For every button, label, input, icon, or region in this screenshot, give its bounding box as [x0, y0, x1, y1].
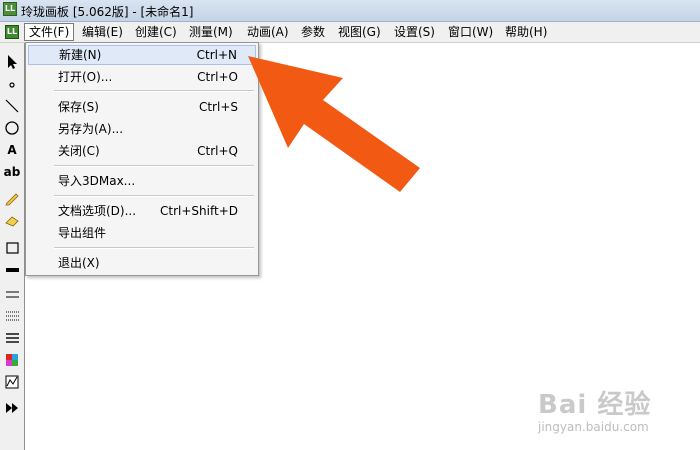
annotation-arrow-shape	[248, 56, 420, 192]
watermark-logo: Bai 经验	[538, 390, 652, 420]
watermark-url: jingyan.baidu.com	[538, 420, 649, 434]
baidu-watermark: Bai 经验 jingyan.baidu.com	[532, 372, 692, 438]
